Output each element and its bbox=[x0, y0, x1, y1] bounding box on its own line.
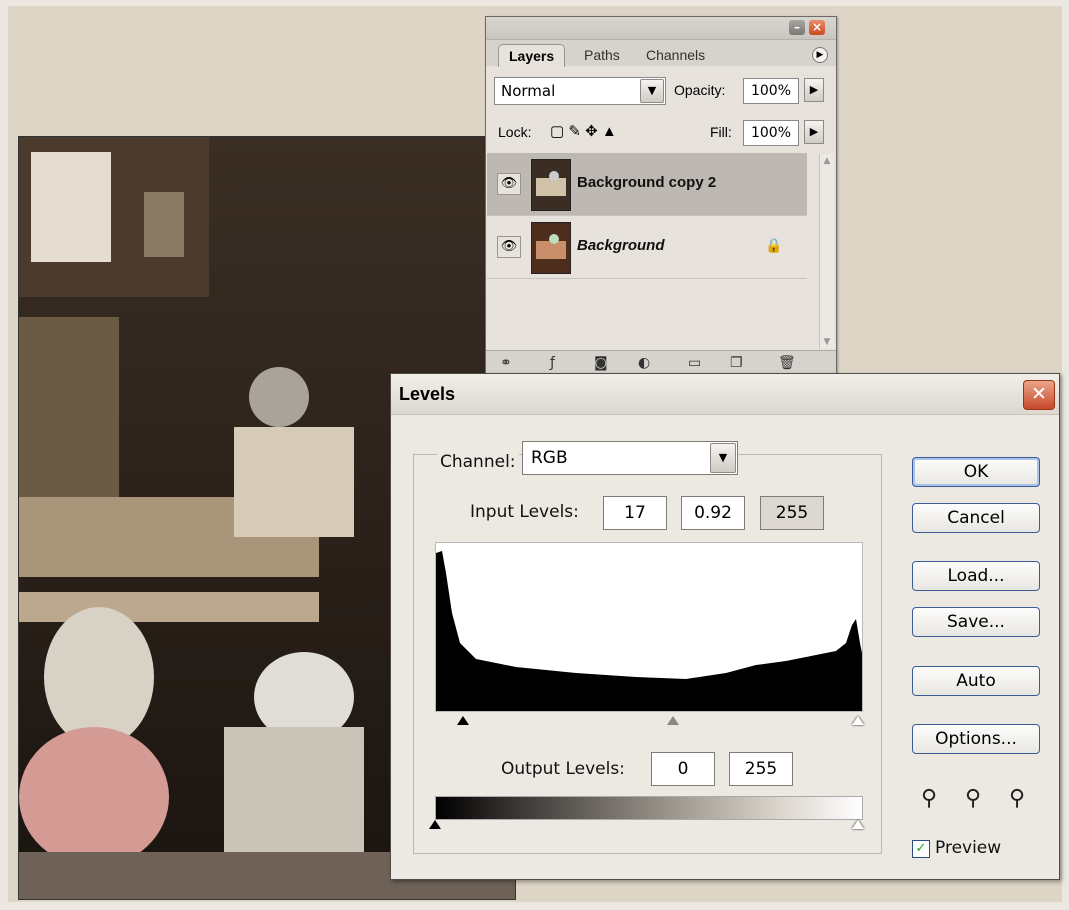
close-icon[interactable]: ✕ bbox=[1023, 380, 1055, 410]
layers-scrollbar[interactable]: ▲ ▼ bbox=[819, 154, 834, 349]
output-levels-label: Output Levels: bbox=[501, 759, 625, 779]
chevron-down-icon[interactable]: ▼ bbox=[640, 79, 664, 103]
channel-select[interactable]: RGB ▼ bbox=[522, 441, 738, 475]
input-white-slider[interactable] bbox=[852, 716, 864, 725]
channel-label: Channel: bbox=[437, 452, 519, 472]
levels-dialog: Levels ✕ Channel: RGB ▼ Input Levels: 17… bbox=[390, 373, 1060, 880]
blend-mode-value: Normal bbox=[501, 82, 556, 100]
preview-checkbox[interactable]: ✓ bbox=[912, 840, 930, 858]
layer-thumbnail bbox=[531, 222, 571, 274]
layer-name: Background bbox=[577, 237, 665, 254]
opacity-label: Opacity: bbox=[674, 82, 726, 98]
auto-button[interactable]: Auto bbox=[912, 666, 1040, 696]
channel-value: RGB bbox=[531, 448, 568, 468]
cancel-button[interactable]: Cancel bbox=[912, 503, 1040, 533]
preview-label: Preview bbox=[935, 838, 1002, 858]
load-button[interactable]: Load... bbox=[912, 561, 1040, 591]
histogram bbox=[435, 542, 863, 712]
output-black-field[interactable]: 0 bbox=[651, 752, 715, 786]
input-levels-label: Input Levels: bbox=[470, 502, 579, 522]
close-icon[interactable]: × bbox=[809, 20, 825, 35]
fill-label: Fill: bbox=[710, 124, 732, 140]
lock-move-icon[interactable]: ✥ bbox=[585, 123, 598, 140]
layer-row[interactable]: 👁 Background copy 2 bbox=[487, 153, 807, 216]
new-group-icon[interactable]: ▭ bbox=[688, 355, 701, 371]
input-gamma-slider[interactable] bbox=[667, 716, 679, 725]
blend-mode-select[interactable]: Normal ▼ bbox=[494, 77, 666, 105]
eye-icon[interactable]: 👁 bbox=[497, 236, 521, 258]
palette-menu-icon[interactable]: ▶ bbox=[812, 47, 828, 63]
scroll-up-icon[interactable]: ▲ bbox=[820, 154, 834, 168]
lock-transparency-icon[interactable]: ▢ bbox=[550, 123, 564, 140]
tab-paths[interactable]: Paths bbox=[574, 44, 630, 66]
black-eyedropper-icon[interactable]: ⚲ bbox=[921, 786, 937, 811]
ok-button[interactable]: OK bbox=[912, 457, 1040, 487]
dialog-title: Levels bbox=[399, 384, 456, 404]
page: – × Layers Paths Channels ▶ Normal ▼ Opa… bbox=[0, 0, 1069, 910]
input-black-slider[interactable] bbox=[457, 716, 469, 725]
gray-eyedropper-icon[interactable]: ⚲ bbox=[965, 786, 981, 811]
link-layers-icon[interactable]: ⚭ bbox=[500, 355, 512, 371]
opacity-slider-arrow-icon[interactable]: ▶ bbox=[804, 78, 824, 102]
layer-mask-icon[interactable]: ◙ bbox=[594, 355, 608, 371]
lock-icon: 🔒 bbox=[765, 238, 783, 254]
eye-icon[interactable]: 👁 bbox=[497, 173, 521, 195]
opacity-input[interactable]: 100% bbox=[743, 78, 799, 104]
layer-thumbnail bbox=[531, 159, 571, 211]
palette-titlebar: – × bbox=[486, 17, 836, 40]
lock-paint-icon[interactable]: ✎ bbox=[568, 123, 581, 140]
trash-icon[interactable]: 🗑 bbox=[778, 355, 796, 371]
output-white-slider[interactable] bbox=[852, 820, 864, 829]
dialog-titlebar: Levels ✕ bbox=[391, 374, 1059, 415]
fill-input[interactable]: 100% bbox=[743, 120, 799, 146]
output-black-slider[interactable] bbox=[429, 820, 441, 829]
histogram-shape bbox=[436, 551, 862, 711]
input-white-field[interactable]: 255 bbox=[760, 496, 824, 530]
layer-name: Background copy 2 bbox=[577, 174, 717, 191]
lock-all-icon[interactable]: ▲ bbox=[602, 123, 617, 140]
layer-style-icon[interactable]: ƒ bbox=[550, 355, 555, 371]
histogram-graph bbox=[436, 551, 862, 711]
layer-row[interactable]: 👁 Background 🔒 bbox=[487, 216, 807, 279]
white-eyedropper-icon[interactable]: ⚲ bbox=[1009, 786, 1025, 811]
tab-channels[interactable]: Channels bbox=[636, 44, 715, 66]
new-layer-icon[interactable]: ❐ bbox=[730, 355, 743, 371]
input-gamma-field[interactable]: 0.92 bbox=[681, 496, 745, 530]
tab-layers[interactable]: Layers bbox=[498, 44, 566, 67]
palette-tabs: Layers Paths Channels ▶ bbox=[486, 40, 836, 67]
chevron-down-icon[interactable]: ▼ bbox=[710, 443, 736, 473]
scroll-down-icon[interactable]: ▼ bbox=[820, 335, 834, 349]
lock-options: ▢ ✎ ✥ ▲ bbox=[550, 122, 617, 140]
layers-palette: – × Layers Paths Channels ▶ Normal ▼ Opa… bbox=[485, 16, 837, 378]
fill-slider-arrow-icon[interactable]: ▶ bbox=[804, 120, 824, 144]
lock-label: Lock: bbox=[498, 124, 532, 140]
output-white-field[interactable]: 255 bbox=[729, 752, 793, 786]
minimize-icon[interactable]: – bbox=[789, 20, 805, 35]
adjustment-layer-icon[interactable]: ◐ bbox=[638, 355, 650, 371]
input-black-field[interactable]: 17 bbox=[603, 496, 667, 530]
save-button[interactable]: Save... bbox=[912, 607, 1040, 637]
options-button[interactable]: Options... bbox=[912, 724, 1040, 754]
output-gradient-ramp bbox=[435, 796, 863, 820]
